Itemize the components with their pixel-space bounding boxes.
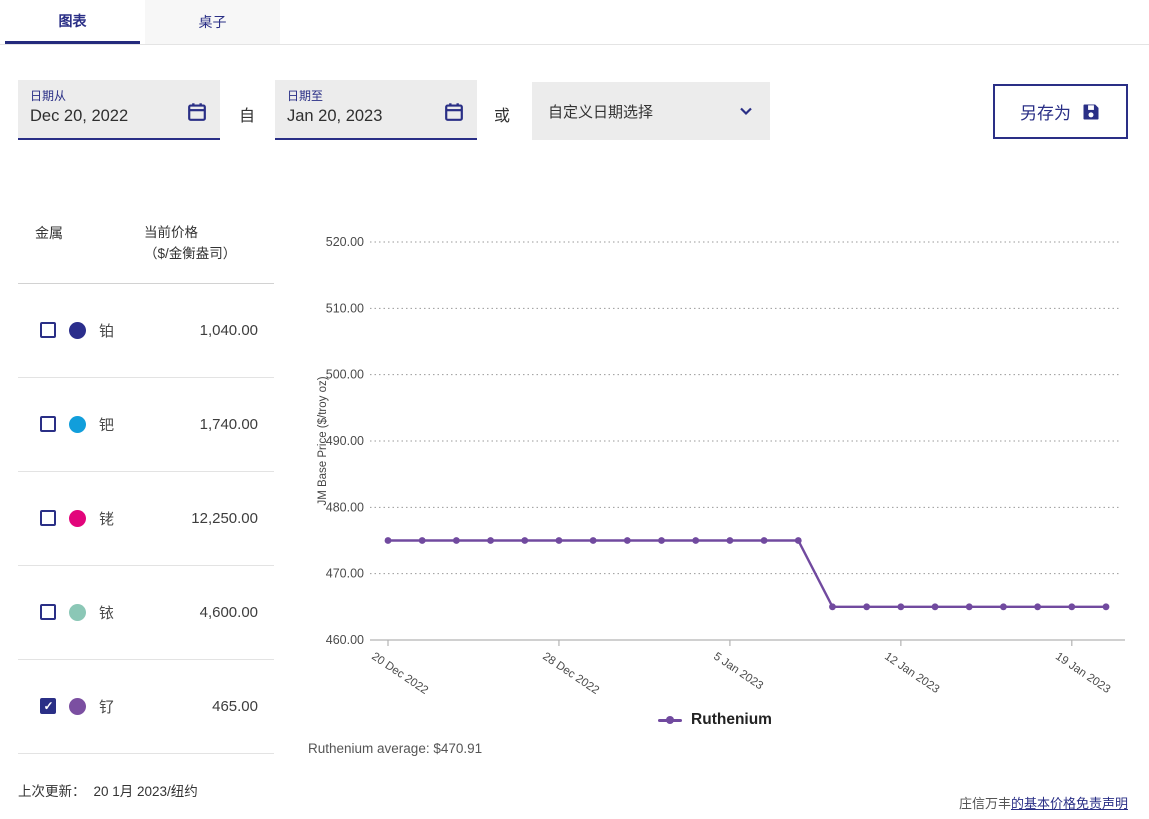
date-from-label: 日期从 — [30, 89, 67, 103]
checkbox-palladium[interactable] — [40, 416, 56, 433]
data-point[interactable] — [897, 603, 905, 611]
data-point[interactable] — [692, 537, 700, 544]
ruthenium-legend-marker — [658, 716, 683, 724]
tab-table-label: 桌子 — [198, 14, 227, 30]
connector-or: 或 — [494, 108, 511, 125]
save-icon — [1083, 104, 1099, 119]
connector-from: 自 — [239, 108, 256, 125]
table-row-platinum: 铂 1,040.00 — [18, 284, 274, 378]
price-chart: 460.00 470.00 480.00 490.00 500.00 510.00 520.… — [300, 225, 1149, 770]
data-point[interactable] — [863, 603, 871, 611]
metal-name: 铑 — [99, 510, 115, 528]
tab-chart-label: 图表 — [58, 12, 87, 29]
y-tick-label: 520.00 — [326, 235, 364, 249]
data-point[interactable] — [965, 603, 973, 611]
data-point[interactable] — [623, 537, 631, 544]
data-point[interactable] — [418, 537, 426, 544]
date-to-field[interactable]: 日期至 Jan 20, 2023 — [275, 80, 477, 140]
chevron-down-icon — [740, 107, 752, 116]
table-row-palladium: 钯 1,740.00 — [18, 378, 274, 472]
save-as-label: 另存为 — [1020, 104, 1071, 123]
data-point[interactable] — [794, 537, 802, 544]
y-tick-label: 470.00 — [326, 567, 364, 581]
disclaimer-link[interactable]: 的基本价格免责声明 — [1011, 796, 1128, 811]
rhodium-color-dot — [69, 509, 86, 527]
metal-price: 4,600.00 — [199, 603, 258, 621]
data-point[interactable] — [726, 537, 734, 544]
date-from-field[interactable]: 日期从 Dec 20, 2022 — [18, 80, 220, 140]
x-tick-label: 20 Dec 2022 — [369, 651, 430, 697]
data-point[interactable] — [1068, 603, 1076, 611]
header-current-price: 当前价格 （$/金衡盎司） — [144, 225, 237, 261]
metals-table-header: 金属 当前价格 （$/金衡盎司） — [18, 203, 274, 284]
palladium-color-dot — [69, 415, 86, 433]
metal-prices-page: 图表 桌子 日期从 Dec 20, 2022 自 日期至 Jan 20, 202… — [0, 0, 1149, 819]
calendar-icon[interactable] — [186, 101, 208, 123]
table-row-iridium: 铱 4,600.00 — [18, 566, 274, 660]
date-from-value: Dec 20, 2022 — [30, 107, 129, 125]
table-row-rhodium: 铑 12,250.00 — [18, 472, 274, 566]
metals-table: 金属 当前价格 （$/金衡盎司） 铂 1,040.00 钯 1,740.00 铑… — [18, 203, 274, 754]
table-row-ruthenium: 钌 465.00 — [18, 660, 274, 754]
checkbox-platinum[interactable] — [40, 322, 56, 339]
chart-canvas: 460.00 470.00 480.00 490.00 500.00 510.00 520.… — [317, 235, 1125, 697]
metal-price: 1,740.00 — [199, 415, 258, 433]
date-to-label: 日期至 — [287, 89, 324, 103]
preset-date-dropdown[interactable]: 自定义日期选择 — [532, 82, 770, 140]
metal-price: 1,040.00 — [199, 321, 258, 339]
tab-bar: 图表 桌子 — [0, 0, 1149, 45]
calendar-icon[interactable] — [443, 101, 465, 123]
ruthenium-line[interactable] — [388, 539, 1106, 609]
data-point[interactable] — [1034, 603, 1042, 611]
header-metal: 金属 — [35, 225, 63, 241]
data-point[interactable] — [589, 537, 597, 544]
metal-name: 钌 — [99, 698, 115, 716]
data-point[interactable] — [1102, 603, 1110, 611]
ruthenium-legend-label: Ruthenium — [691, 711, 772, 728]
data-point[interactable] — [555, 537, 563, 544]
save-as-button[interactable]: 另存为 — [993, 84, 1128, 139]
checkbox-rhodium[interactable] — [40, 510, 56, 527]
y-axis-title: JM Base Price ($/troy oz) — [317, 376, 329, 505]
x-tick-label: 19 Jan 2023 — [1053, 651, 1112, 696]
date-to-value: Jan 20, 2023 — [287, 107, 383, 125]
y-tick-label: 490.00 — [326, 434, 364, 448]
metal-price: 12,250.00 — [191, 509, 258, 527]
data-point[interactable] — [384, 537, 392, 544]
x-tick-label: 28 Dec 2022 — [540, 651, 601, 697]
last-updated-label: 上次更新： — [18, 784, 86, 799]
metal-name: 铱 — [99, 604, 115, 622]
disclaimer-prefix: 庄信万丰 — [958, 796, 1011, 811]
last-updated: 上次更新： 20 1月 2023/纽约 — [18, 780, 198, 800]
y-tick-label: 510.00 — [326, 301, 364, 315]
disclaimer: 庄信万丰的基本价格免责声明 — [959, 793, 1128, 812]
data-point[interactable] — [487, 537, 494, 544]
x-tick-label: 12 Jan 2023 — [882, 651, 941, 696]
data-point[interactable] — [452, 537, 460, 544]
data-point[interactable] — [521, 537, 529, 544]
tab-table[interactable]: 桌子 — [145, 0, 280, 44]
metal-name: 铂 — [99, 322, 115, 340]
ruthenium-color-dot — [69, 697, 86, 715]
preset-date-value: 自定义日期选择 — [548, 103, 654, 121]
data-point[interactable] — [1000, 603, 1007, 611]
last-updated-value: 20 1月 2023/纽约 — [93, 784, 198, 799]
y-tick-label: 460.00 — [326, 633, 364, 647]
y-tick-label: 480.00 — [326, 500, 364, 514]
data-point[interactable] — [829, 603, 836, 611]
y-tick-label: 500.00 — [326, 368, 364, 382]
iridium-color-dot — [69, 603, 86, 621]
chart-legend[interactable]: Ruthenium — [300, 711, 1130, 729]
checkbox-ruthenium[interactable] — [40, 698, 56, 715]
data-point[interactable] — [760, 537, 768, 544]
checkbox-iridium[interactable] — [40, 604, 56, 621]
metal-name: 钯 — [99, 416, 115, 434]
metal-price: 465.00 — [212, 697, 258, 715]
data-point[interactable] — [931, 603, 939, 611]
x-tick-label: 5 Jan 2023 — [711, 651, 765, 693]
platinum-color-dot — [69, 321, 86, 339]
data-point[interactable] — [658, 537, 665, 544]
tab-chart[interactable]: 图表 — [5, 0, 140, 44]
average-note: Ruthenium average: $470.91 — [308, 741, 483, 756]
